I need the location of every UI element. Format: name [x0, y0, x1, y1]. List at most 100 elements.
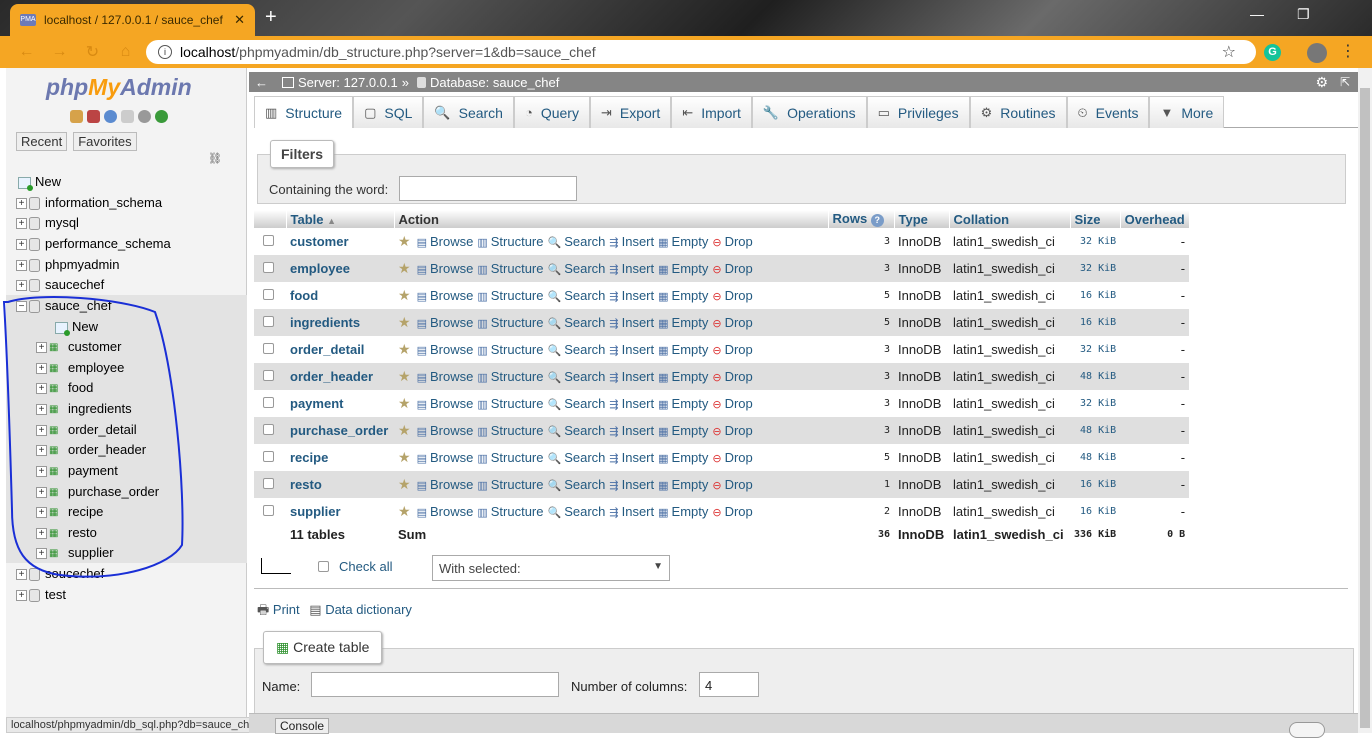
tab-search[interactable]: 🔍 Search — [423, 96, 514, 128]
tab-sql[interactable]: ▢ SQL — [353, 96, 424, 128]
browse-action[interactable]: ▤ Browse — [417, 342, 474, 357]
empty-action[interactable]: ▦ Empty — [658, 423, 708, 438]
favorite-star-icon[interactable]: ★ — [398, 314, 411, 330]
search-action[interactable]: 🔍 Search — [547, 315, 605, 330]
expand-icon[interactable]: + — [36, 404, 47, 416]
expand-icon[interactable]: + — [36, 466, 47, 478]
favorite-star-icon[interactable]: ★ — [398, 368, 411, 384]
drop-action[interactable]: ⊖ Drop — [712, 288, 752, 303]
empty-action[interactable]: ▦ Empty — [658, 504, 708, 519]
favorites-button[interactable]: Favorites — [73, 132, 137, 151]
structure-action[interactable]: ▥ Structure — [477, 288, 543, 303]
breadcrumb-database[interactable]: Database: sauce_chef — [430, 75, 559, 90]
table-name-link[interactable]: recipe — [290, 450, 328, 465]
row-checkbox[interactable] — [263, 289, 274, 300]
tree-table-food[interactable]: + ▦ food — [36, 380, 93, 395]
search-action[interactable]: 🔍 Search — [547, 234, 605, 249]
new-tab-icon[interactable]: + — [265, 6, 277, 29]
dictionary-icon[interactable]: ▤ — [309, 602, 321, 617]
reload-icon[interactable] — [155, 110, 168, 123]
tree-db-performance-schema[interactable]: + performance_schema — [16, 236, 171, 252]
tab-export[interactable]: ⇥ Export — [589, 96, 672, 128]
empty-action[interactable]: ▦ Empty — [658, 342, 708, 357]
favorite-star-icon[interactable]: ★ — [398, 395, 411, 411]
expand-icon[interactable]: + — [36, 528, 47, 540]
insert-action[interactable]: ⇶ Insert — [609, 477, 654, 492]
tree-db-new[interactable]: New — [18, 174, 61, 191]
tree-table-customer[interactable]: + ▦ customer — [36, 339, 121, 354]
favorite-star-icon[interactable]: ★ — [398, 287, 411, 303]
search-action[interactable]: 🔍 Search — [547, 504, 605, 519]
table-name-link[interactable]: payment — [290, 396, 343, 411]
data-dictionary-link[interactable]: Data dictionary — [325, 602, 412, 617]
tree-table-resto[interactable]: + ▦ resto — [36, 525, 97, 540]
structure-action[interactable]: ▥ Structure — [477, 396, 543, 411]
row-checkbox[interactable] — [263, 316, 274, 327]
settings-gear-icon[interactable]: ⚙ — [1315, 74, 1328, 91]
favorite-star-icon[interactable]: ★ — [398, 503, 411, 519]
row-checkbox[interactable] — [263, 343, 274, 354]
table-name-link[interactable]: resto — [290, 477, 322, 492]
tree-db-mysql[interactable]: + mysql — [16, 215, 79, 231]
insert-action[interactable]: ⇶ Insert — [609, 504, 654, 519]
browse-action[interactable]: ▤ Browse — [417, 288, 474, 303]
check-all-label[interactable]: Check all — [339, 559, 392, 574]
expand-icon[interactable]: + — [36, 363, 47, 375]
settings-gear-icon[interactable] — [138, 110, 151, 123]
drop-action[interactable]: ⊖ Drop — [712, 477, 752, 492]
search-action[interactable]: 🔍 Search — [547, 450, 605, 465]
search-action[interactable]: 🔍 Search — [547, 423, 605, 438]
browse-action[interactable]: ▤ Browse — [417, 423, 474, 438]
tab-query[interactable]: ◔ Query — [513, 96, 590, 128]
tree-table-payment[interactable]: + ▦ payment — [36, 463, 118, 478]
tree-table-purchase-order[interactable]: + ▦ purchase_order — [36, 484, 159, 499]
browse-action[interactable]: ▤ Browse — [417, 261, 474, 276]
tab-import[interactable]: ⇤ Import — [671, 96, 752, 128]
browse-action[interactable]: ▤ Browse — [417, 450, 474, 465]
structure-action[interactable]: ▥ Structure — [477, 477, 543, 492]
table-name-link[interactable]: supplier — [290, 504, 341, 519]
expand-icon[interactable]: + — [16, 260, 27, 272]
tree-db-saucechef[interactable]: + saucechef — [16, 277, 104, 293]
help-icon[interactable]: ? — [870, 214, 884, 227]
insert-action[interactable]: ⇶ Insert — [609, 369, 654, 384]
empty-action[interactable]: ▦ Empty — [658, 315, 708, 330]
printer-icon[interactable]: 🖶 — [257, 602, 269, 617]
size-cell[interactable]: 48 KiB — [1070, 363, 1121, 390]
header-size[interactable]: Size — [1070, 210, 1121, 228]
size-cell[interactable]: 32 KiB — [1070, 255, 1121, 282]
tree-table-ingredients[interactable]: + ▦ ingredients — [36, 401, 132, 416]
structure-action[interactable]: ▥ Structure — [477, 342, 543, 357]
browse-action[interactable]: ▤ Browse — [417, 477, 474, 492]
link-chain-icon[interactable]: ⛓ — [208, 152, 222, 165]
size-cell[interactable]: 16 KiB — [1070, 498, 1121, 525]
empty-action[interactable]: ▦ Empty — [658, 234, 708, 249]
header-collation[interactable]: Collation — [949, 210, 1071, 228]
empty-action[interactable]: ▦ Empty — [658, 477, 708, 492]
tab-operations[interactable]: 🔧 Operations — [751, 96, 867, 128]
table-name-link[interactable]: order_header — [290, 369, 373, 384]
close-tab-icon[interactable]: ✕ — [234, 12, 245, 28]
search-action[interactable]: 🔍 Search — [547, 288, 605, 303]
browse-action[interactable]: ▤ Browse — [417, 234, 474, 249]
search-action[interactable]: 🔍 Search — [547, 261, 605, 276]
structure-action[interactable]: ▥ Structure — [477, 450, 543, 465]
exit-icon[interactable] — [87, 110, 100, 123]
structure-action[interactable]: ▥ Structure — [477, 234, 543, 249]
drop-action[interactable]: ⊖ Drop — [712, 315, 752, 330]
tab-routines[interactable]: ⚙ Routines — [969, 96, 1067, 128]
search-action[interactable]: 🔍 Search — [547, 342, 605, 357]
browse-action[interactable]: ▤ Browse — [417, 315, 474, 330]
table-name-link[interactable]: order_detail — [290, 342, 364, 357]
phpmyadmin-logo[interactable]: phpMyAdmin — [46, 74, 192, 101]
forward-icon[interactable]: → — [43, 43, 76, 61]
tab-structure[interactable]: ▥ Structure — [254, 96, 354, 128]
filter-input[interactable] — [399, 176, 577, 201]
structure-action[interactable]: ▥ Structure — [477, 504, 543, 519]
drop-action[interactable]: ⊖ Drop — [712, 261, 752, 276]
expand-icon[interactable]: + — [36, 342, 47, 354]
expand-icon[interactable]: + — [16, 239, 27, 251]
empty-action[interactable]: ▦ Empty — [658, 261, 708, 276]
search-action[interactable]: 🔍 Search — [547, 369, 605, 384]
info-icon[interactable]: i — [158, 45, 172, 59]
